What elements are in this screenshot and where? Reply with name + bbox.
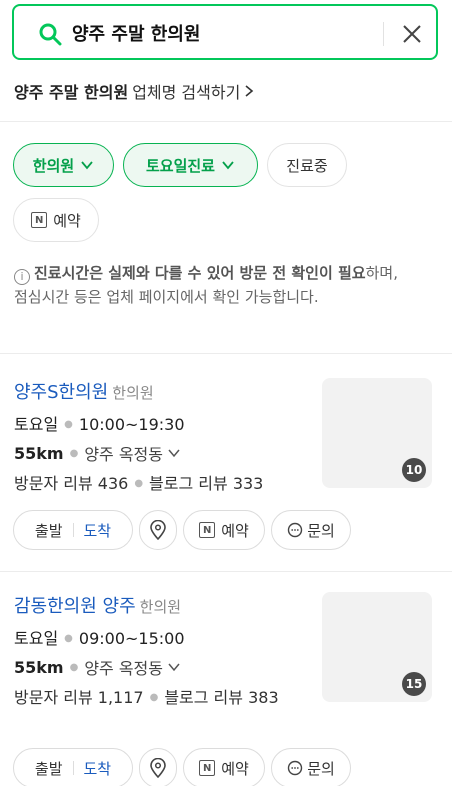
arrive-button[interactable]: 도착 bbox=[84, 758, 112, 779]
chip-label: 한의원 bbox=[32, 156, 75, 175]
photo-count-badge: 15 bbox=[402, 672, 426, 696]
filter-chip-booking[interactable]: N 예약 bbox=[13, 198, 99, 242]
hours-day: 토요일 bbox=[14, 415, 59, 434]
depart-button[interactable]: 출발 bbox=[35, 520, 63, 541]
place-name-link[interactable]: 감동한의원 양주 한의원 bbox=[14, 592, 181, 618]
place-photo[interactable]: 15 bbox=[322, 592, 432, 702]
booking-button[interactable]: N 예약 bbox=[183, 510, 265, 550]
search-box[interactable] bbox=[12, 4, 438, 60]
inquiry-button[interactable]: 문의 bbox=[271, 748, 351, 786]
place-address: 양주 옥정동 bbox=[84, 659, 163, 678]
business-name-search-link[interactable]: 양주 주말 한의원 업체명 검색하기 bbox=[14, 79, 256, 103]
photo-count-badge: 10 bbox=[402, 458, 426, 482]
blog-reviews: 블로그 리뷰 333 bbox=[149, 474, 264, 493]
divider bbox=[0, 353, 452, 354]
map-pin-icon bbox=[150, 758, 166, 778]
depart-button[interactable]: 출발 bbox=[35, 758, 63, 779]
naver-booking-icon: N bbox=[31, 212, 48, 228]
booking-label: 예약 bbox=[221, 521, 249, 540]
visitor-reviews: 방문자 리뷰 1,117 bbox=[14, 688, 144, 707]
chip-label: 진료중 bbox=[286, 156, 328, 175]
search-input[interactable] bbox=[72, 18, 372, 48]
route-button[interactable]: 출발 도착 bbox=[13, 510, 133, 550]
place-hours: 토요일 ● 09:00~15:00 bbox=[14, 629, 185, 648]
hours-time: 10:00~19:30 bbox=[78, 415, 185, 434]
close-icon[interactable] bbox=[400, 22, 424, 46]
place-location[interactable]: 55km ● 양주 옥정동 bbox=[14, 655, 181, 679]
chevron-down-icon bbox=[81, 161, 93, 170]
suggest-query: 양주 주말 한의원 bbox=[14, 83, 129, 102]
place-distance: 55km bbox=[14, 443, 64, 463]
hours-day: 토요일 bbox=[14, 629, 59, 648]
notice-bold: 진료시간은 실제와 다를 수 있어 방문 전 확인이 필요 bbox=[34, 264, 366, 282]
inquiry-label: 문의 bbox=[307, 521, 335, 540]
place-name: 감동한의원 양주 bbox=[14, 596, 136, 617]
place-location[interactable]: 55km ● 양주 옥정동 bbox=[14, 441, 181, 465]
inquiry-button[interactable]: 문의 bbox=[271, 510, 351, 550]
place-reviews: 방문자 리뷰 1,117 ● 블로그 리뷰 383 bbox=[14, 688, 279, 707]
place-distance: 55km bbox=[14, 657, 64, 677]
chevron-down-icon bbox=[168, 449, 180, 458]
inquiry-label: 문의 bbox=[307, 759, 335, 778]
booking-button[interactable]: N 예약 bbox=[183, 748, 265, 786]
search-icon bbox=[39, 23, 62, 46]
search-divider bbox=[383, 22, 384, 46]
place-photo[interactable]: 10 bbox=[322, 378, 432, 488]
chat-icon bbox=[287, 522, 303, 538]
place-category: 한의원 bbox=[139, 598, 182, 616]
visitor-reviews: 방문자 리뷰 436 bbox=[14, 474, 129, 493]
naver-booking-icon: N bbox=[199, 760, 216, 776]
hours-notice: i 진료시간은 실제와 다를 수 있어 방문 전 확인이 필요하며, 점심시간 등… bbox=[14, 261, 414, 309]
map-pin-button[interactable] bbox=[139, 510, 177, 550]
suggest-text: 업체명 검색하기 bbox=[132, 83, 241, 102]
divider bbox=[0, 121, 452, 122]
blog-reviews: 블로그 리뷰 383 bbox=[164, 688, 279, 707]
chevron-right-icon bbox=[245, 85, 254, 97]
route-button[interactable]: 출발 도착 bbox=[13, 748, 133, 786]
filter-chip-category[interactable]: 한의원 bbox=[13, 143, 114, 187]
naver-booking-icon: N bbox=[199, 522, 216, 538]
filter-chip-open-now[interactable]: 진료중 bbox=[267, 143, 347, 187]
place-category: 한의원 bbox=[112, 384, 154, 402]
chip-label: 토요일진료 bbox=[145, 156, 215, 175]
place-hours: 토요일 ● 10:00~19:30 bbox=[14, 415, 185, 434]
booking-label: 예약 bbox=[221, 759, 249, 778]
chevron-down-icon bbox=[168, 663, 180, 672]
place-address: 양주 옥정동 bbox=[84, 445, 163, 464]
chat-icon bbox=[287, 760, 303, 776]
place-name-link[interactable]: 양주S한의원 한의원 bbox=[14, 378, 154, 404]
place-name: 양주S한의원 bbox=[14, 382, 109, 403]
divider bbox=[0, 571, 452, 572]
map-pin-icon bbox=[150, 520, 166, 540]
hours-time: 09:00~15:00 bbox=[78, 629, 185, 648]
map-pin-button[interactable] bbox=[139, 748, 177, 786]
place-card[interactable]: 감동한의원 양주 한의원 토요일 ● 09:00~15:00 55km ● 양주 옥정동 … bbox=[0, 592, 452, 786]
place-reviews: 방문자 리뷰 436 ● 블로그 리뷰 333 bbox=[14, 474, 264, 493]
chip-label: 예약 bbox=[53, 211, 81, 230]
arrive-button[interactable]: 도착 bbox=[84, 520, 112, 541]
place-card[interactable]: 양주S한의원 한의원 토요일 ● 10:00~19:30 55km ● 양주 옥정동 방문… bbox=[0, 378, 452, 553]
chevron-down-icon bbox=[222, 161, 234, 170]
filter-chip-saturday[interactable]: 토요일진료 bbox=[123, 143, 258, 187]
info-icon: i bbox=[14, 269, 30, 285]
